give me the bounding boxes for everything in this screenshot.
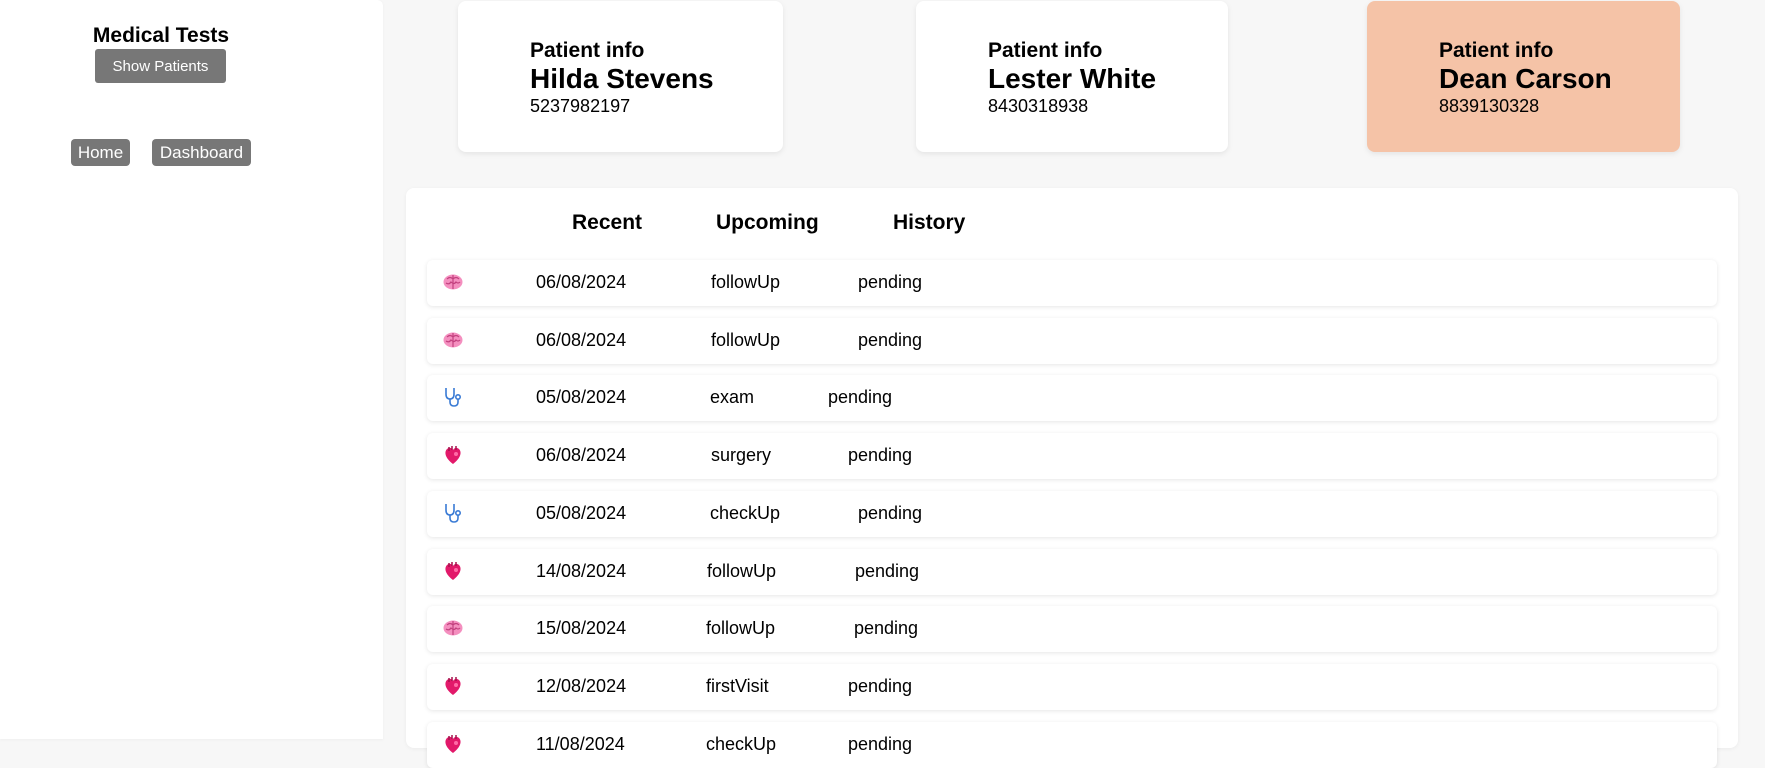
brain-icon xyxy=(441,270,465,294)
test-date: 06/08/2024 xyxy=(536,445,627,465)
test-row[interactable]: 14/08/2024 followUp pending xyxy=(427,549,1717,595)
test-type: checkUp xyxy=(706,734,777,754)
patient-number: 5237982197 xyxy=(530,96,631,116)
test-status: pending xyxy=(858,272,923,292)
test-row[interactable]: 11/08/2024 checkUp pending xyxy=(427,722,1717,768)
patient-card[interactable]: Patient info Hilda Stevens 5237982197 xyxy=(458,1,783,152)
patient-number: 8839130328 xyxy=(1439,96,1540,116)
test-type: surgery xyxy=(711,445,772,465)
test-row[interactable]: 12/08/2024 firstVisit pending xyxy=(427,664,1717,710)
heart-icon xyxy=(441,443,465,467)
test-date: 11/08/2024 xyxy=(536,734,625,754)
nav-home-button[interactable]: Home xyxy=(71,139,130,166)
test-date: 14/08/2024 xyxy=(536,561,627,581)
patient-name: Dean Carson xyxy=(1439,63,1612,94)
patient-number: 8430318938 xyxy=(988,96,1089,116)
patient-card-label: Patient info xyxy=(988,39,1103,62)
test-date: 06/08/2024 xyxy=(536,330,627,350)
test-date: 05/08/2024 xyxy=(536,387,627,407)
test-status: pending xyxy=(848,734,913,754)
test-row[interactable]: 05/08/2024 exam pending xyxy=(427,375,1717,421)
patient-card-label: Patient info xyxy=(1439,39,1554,62)
heart-icon xyxy=(441,674,465,698)
test-date: 06/08/2024 xyxy=(536,272,627,292)
test-type: followUp xyxy=(711,330,781,350)
test-status: pending xyxy=(848,676,913,696)
test-status: pending xyxy=(848,445,913,465)
test-date: 15/08/2024 xyxy=(536,618,627,638)
show-patients-button[interactable]: Show Patients xyxy=(95,49,226,83)
test-type: followUp xyxy=(707,561,777,581)
sidebar-title: Medical Tests xyxy=(92,24,230,47)
test-type: firstVisit xyxy=(706,676,769,696)
test-row[interactable]: 06/08/2024 followUp pending xyxy=(427,318,1717,364)
test-date: 12/08/2024 xyxy=(536,676,627,696)
test-type: exam xyxy=(710,387,755,407)
test-type: followUp xyxy=(706,618,776,638)
test-row[interactable]: 06/08/2024 surgery pending xyxy=(427,433,1717,479)
patient-card[interactable]: Patient info Dean Carson 8839130328 xyxy=(1367,1,1680,152)
patient-name: Lester White xyxy=(988,63,1157,94)
patient-name: Hilda Stevens xyxy=(530,63,714,94)
patient-card[interactable]: Patient info Lester White 8430318938 xyxy=(916,1,1228,152)
heart-icon xyxy=(441,732,465,756)
patient-card-label: Patient info xyxy=(530,39,645,62)
tab-history[interactable]: History xyxy=(893,211,965,235)
sidebar: Medical Tests Show Patients Home Dashboa… xyxy=(0,0,383,739)
tab-upcoming[interactable]: Upcoming xyxy=(716,211,819,235)
test-row[interactable]: 05/08/2024 checkUp pending xyxy=(427,491,1717,537)
test-status: pending xyxy=(854,618,919,638)
tab-recent[interactable]: Recent xyxy=(572,211,642,235)
test-status: pending xyxy=(855,561,920,581)
nav-dashboard-button[interactable]: Dashboard xyxy=(152,139,251,166)
test-status: pending xyxy=(858,330,923,350)
heart-icon xyxy=(441,559,465,583)
brain-icon xyxy=(441,328,465,352)
brain-icon xyxy=(441,616,465,640)
test-row[interactable]: 15/08/2024 followUp pending xyxy=(427,606,1717,652)
test-type: checkUp xyxy=(710,503,781,523)
test-row[interactable]: 06/08/2024 followUp pending xyxy=(427,260,1717,306)
stethoscope-icon xyxy=(441,501,465,525)
test-type: followUp xyxy=(711,272,781,292)
test-status: pending xyxy=(828,387,893,407)
test-date: 05/08/2024 xyxy=(536,503,627,523)
stethoscope-icon xyxy=(441,385,465,409)
test-status: pending xyxy=(858,503,923,523)
